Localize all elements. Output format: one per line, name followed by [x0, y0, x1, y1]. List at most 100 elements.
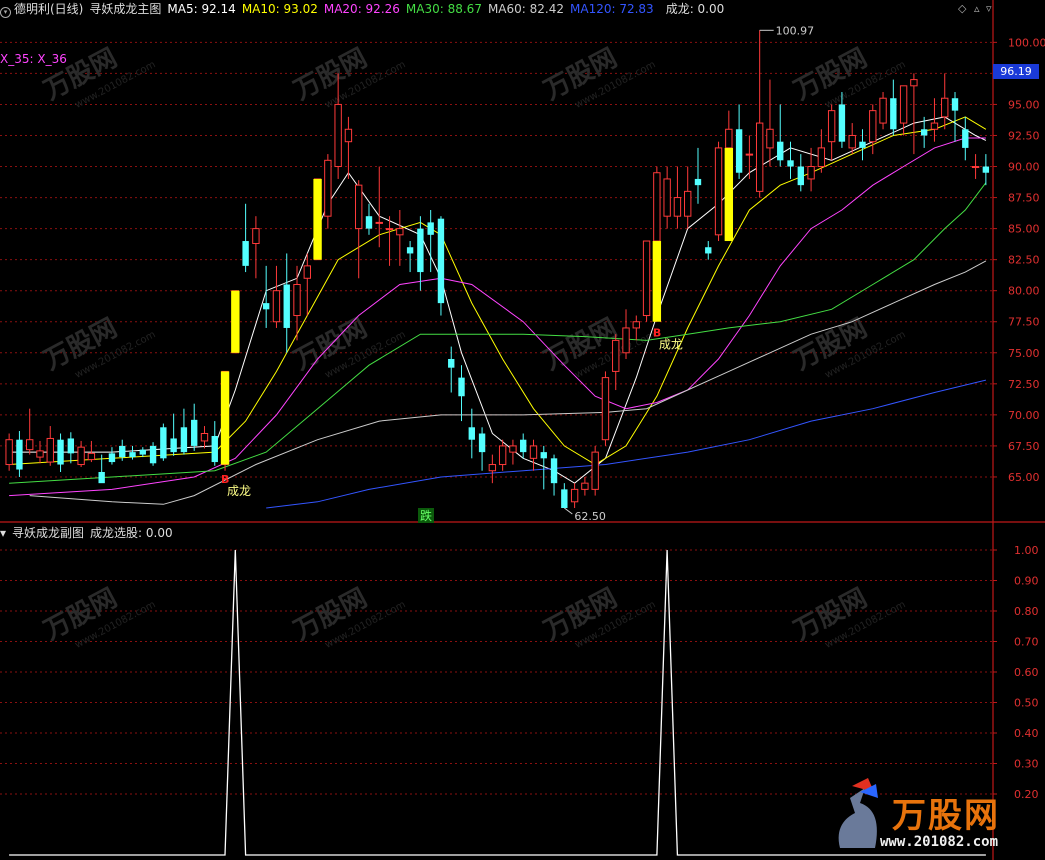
sub-y-tick-label: 0.80	[1014, 605, 1039, 618]
y-tick-label: 92.50	[1008, 129, 1040, 142]
ma-legend: MA5: 92.14 MA10: 93.02 MA20: 92.26 MA30: 88…	[167, 2, 659, 16]
candle-body-up	[971, 166, 980, 169]
triangle-down-icon[interactable]: ▿	[986, 2, 992, 15]
ma-legend-item-4: MA60: 82.42	[487, 2, 564, 16]
candle-body-down	[859, 141, 866, 148]
signal-bar	[724, 147, 734, 242]
candle-body-up	[396, 228, 404, 236]
sub-y-tick-label: 0.40	[1014, 727, 1039, 740]
candle-body-up	[344, 128, 353, 143]
brand-url: www.201082.com	[880, 834, 999, 850]
diamond-icon[interactable]: ◇	[958, 2, 966, 15]
candle-body-up	[324, 159, 332, 217]
ma-legend-item-0: MA5: 92.14	[167, 2, 236, 16]
candle-body-up	[745, 153, 754, 156]
kline-chart[interactable]: 万股网www.201082.com 万股网www.201082.com 万股网www…	[0, 0, 1045, 860]
candle-body-up	[869, 110, 877, 143]
candle-body-up	[910, 79, 918, 87]
candle-body-up	[899, 85, 908, 124]
candle-body-down	[448, 358, 455, 368]
candle-body-down	[191, 419, 198, 446]
ma-line-MA20	[9, 137, 986, 497]
candle-body-up	[385, 228, 394, 231]
candle-body-down	[787, 160, 794, 167]
ma-legend-item-5: MA120: 72.83	[570, 2, 654, 16]
brand-name: 万股网	[892, 796, 1000, 836]
candle-body-down	[211, 435, 218, 463]
candle-body-down	[406, 247, 414, 254]
candle-body-up	[725, 128, 733, 149]
collapse-icon[interactable]: ▾	[0, 7, 11, 18]
candle-body-up	[570, 488, 579, 503]
brand-logo: 万股网 www.201082.com	[830, 778, 1040, 856]
candle-body-down	[797, 166, 804, 186]
candle-body-down	[540, 452, 547, 459]
sub-header: ▾ 寻妖成龙副图 成龙选股: 0.00	[0, 524, 179, 542]
candle-body-down	[16, 439, 23, 470]
candle-body-down	[920, 129, 928, 136]
low-label: 62.50	[574, 510, 606, 523]
candle-body-up	[684, 190, 692, 217]
candle-body-down	[694, 178, 702, 186]
candle-body-up	[77, 446, 85, 466]
candle-body-up	[46, 437, 54, 463]
candle-body-down	[417, 228, 424, 273]
candle-body-up	[642, 240, 651, 317]
y-tick-label: 87.50	[1008, 192, 1040, 205]
candle-body-up	[591, 451, 599, 490]
candle-body-down	[180, 427, 188, 453]
sub-y-tick-label: 0.50	[1014, 697, 1039, 710]
candle-body-down	[98, 471, 105, 484]
candle-body-down	[262, 303, 270, 310]
sub-y-tick-label: 0.70	[1014, 636, 1039, 649]
ma-legend-item-3: MA30: 88.67	[405, 2, 482, 16]
candle-body-down	[468, 427, 475, 440]
candle-body-up	[498, 445, 507, 466]
ma-legend-item-2: MA20: 92.26	[323, 2, 400, 16]
candle-body-down	[365, 216, 373, 229]
sub-y-tick-label: 1.00	[1014, 544, 1039, 557]
y-tick-label: 100.00	[1008, 36, 1045, 49]
candle-body-down	[119, 445, 126, 458]
candle-body-up	[755, 122, 764, 192]
candle-body-up	[673, 197, 682, 217]
candle-body-up	[879, 97, 887, 124]
y-tick-label: 70.00	[1008, 409, 1040, 422]
stock-name: 德明利(日线)	[14, 2, 84, 16]
candle-body-up	[632, 321, 640, 329]
candle-body-up	[827, 110, 836, 143]
sub-y-tick-label: 0.90	[1014, 575, 1039, 588]
sub-chart-title: 寻妖成龙副图	[12, 526, 85, 540]
y-tick-label: 65.00	[1008, 471, 1040, 484]
candle-body-up	[272, 290, 281, 323]
candle-body-down	[478, 433, 486, 453]
ma-line-MA120	[266, 379, 987, 509]
candle-body-up	[5, 439, 13, 466]
candle-body-down	[962, 129, 969, 148]
triangle-up-icon[interactable]: ▵	[974, 2, 980, 15]
candle-body-down	[283, 284, 290, 328]
sub-value: 成龙选股: 0.00	[90, 526, 173, 540]
y-tick-label: 82.50	[1008, 254, 1040, 267]
candle-body-down	[890, 98, 897, 130]
candle-body-down	[67, 438, 75, 454]
candle-body-down	[242, 241, 249, 266]
signal-text: 成龙	[659, 338, 683, 352]
candle-body-up	[930, 122, 939, 130]
sub-collapse-icon[interactable]: ▾	[0, 526, 6, 540]
sub-y-tick-label: 0.60	[1014, 666, 1039, 679]
candle-body-up	[334, 103, 342, 168]
candle-body-down	[129, 452, 136, 458]
candle-body-down	[561, 489, 568, 508]
candle-body-down	[108, 453, 116, 463]
candle-body-up	[488, 464, 497, 472]
candle-body-up	[355, 184, 363, 230]
candle-body-down	[838, 104, 846, 142]
candle-body-up	[601, 377, 610, 441]
candle-body-up	[581, 482, 589, 490]
candle-body-up	[941, 97, 949, 118]
x-label: X_35: X_36	[0, 52, 67, 66]
candle-body-up	[807, 166, 815, 180]
candle-body-up	[622, 327, 630, 354]
y-tick-label: 75.00	[1008, 347, 1040, 360]
